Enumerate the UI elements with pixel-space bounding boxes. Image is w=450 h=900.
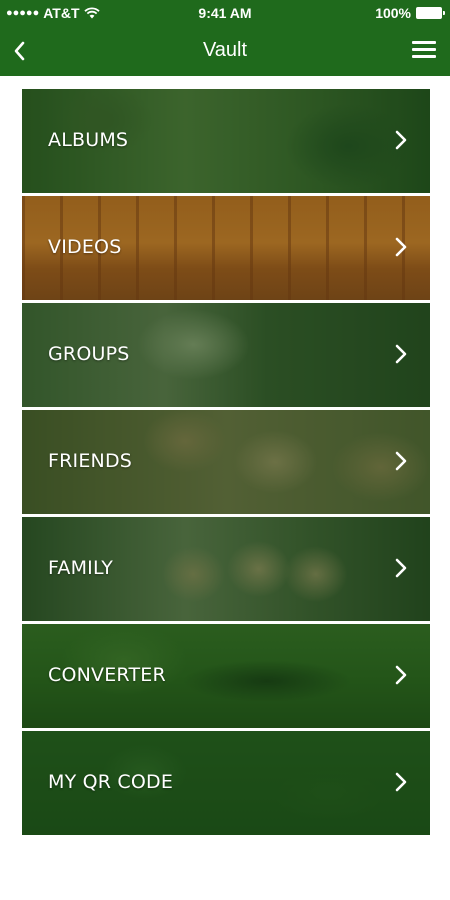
menu-item-my-qr-code[interactable]: MY QR CODE <box>22 731 430 835</box>
chevron-right-icon <box>395 237 407 257</box>
menu-item-family[interactable]: FAMILY <box>22 517 430 621</box>
menu-item-label: FAMILY <box>48 557 114 579</box>
menu-bar-line <box>412 55 436 58</box>
menu-item-label: MY QR CODE <box>48 771 174 793</box>
chevron-right-icon <box>395 344 407 364</box>
menu-item-videos[interactable]: VIDEOS <box>22 196 430 300</box>
menu-item-label: FRIENDS <box>48 450 133 472</box>
vault-menu-list: ALBUMS VIDEOS GROUPS FRIENDS FAMILY CONV… <box>22 89 430 838</box>
chevron-right-icon <box>395 130 407 150</box>
chevron-right-icon <box>395 772 407 792</box>
menu-item-label: VIDEOS <box>48 236 122 258</box>
menu-item-label: ALBUMS <box>48 129 129 151</box>
battery-percent: 100% <box>375 5 411 21</box>
battery-icon <box>416 7 445 19</box>
menu-bar-line <box>412 41 436 44</box>
menu-item-friends[interactable]: FRIENDS <box>22 410 430 514</box>
navigation-bar: Vault <box>0 26 450 76</box>
menu-item-label: GROUPS <box>48 343 130 365</box>
status-bar: ●●●●● AT&T 9:41 AM 100% <box>0 0 450 26</box>
status-right: 100% <box>375 5 445 21</box>
menu-item-groups[interactable]: GROUPS <box>22 303 430 407</box>
menu-item-converter[interactable]: CONVERTER <box>22 624 430 728</box>
chevron-right-icon <box>395 451 407 471</box>
menu-item-label: CONVERTER <box>48 664 166 686</box>
hamburger-menu-icon[interactable] <box>412 41 436 61</box>
menu-item-albums[interactable]: ALBUMS <box>22 89 430 193</box>
chevron-right-icon <box>395 558 407 578</box>
chevron-right-icon <box>395 665 407 685</box>
page-title: Vault <box>202 39 248 61</box>
menu-bar-line <box>412 48 436 51</box>
